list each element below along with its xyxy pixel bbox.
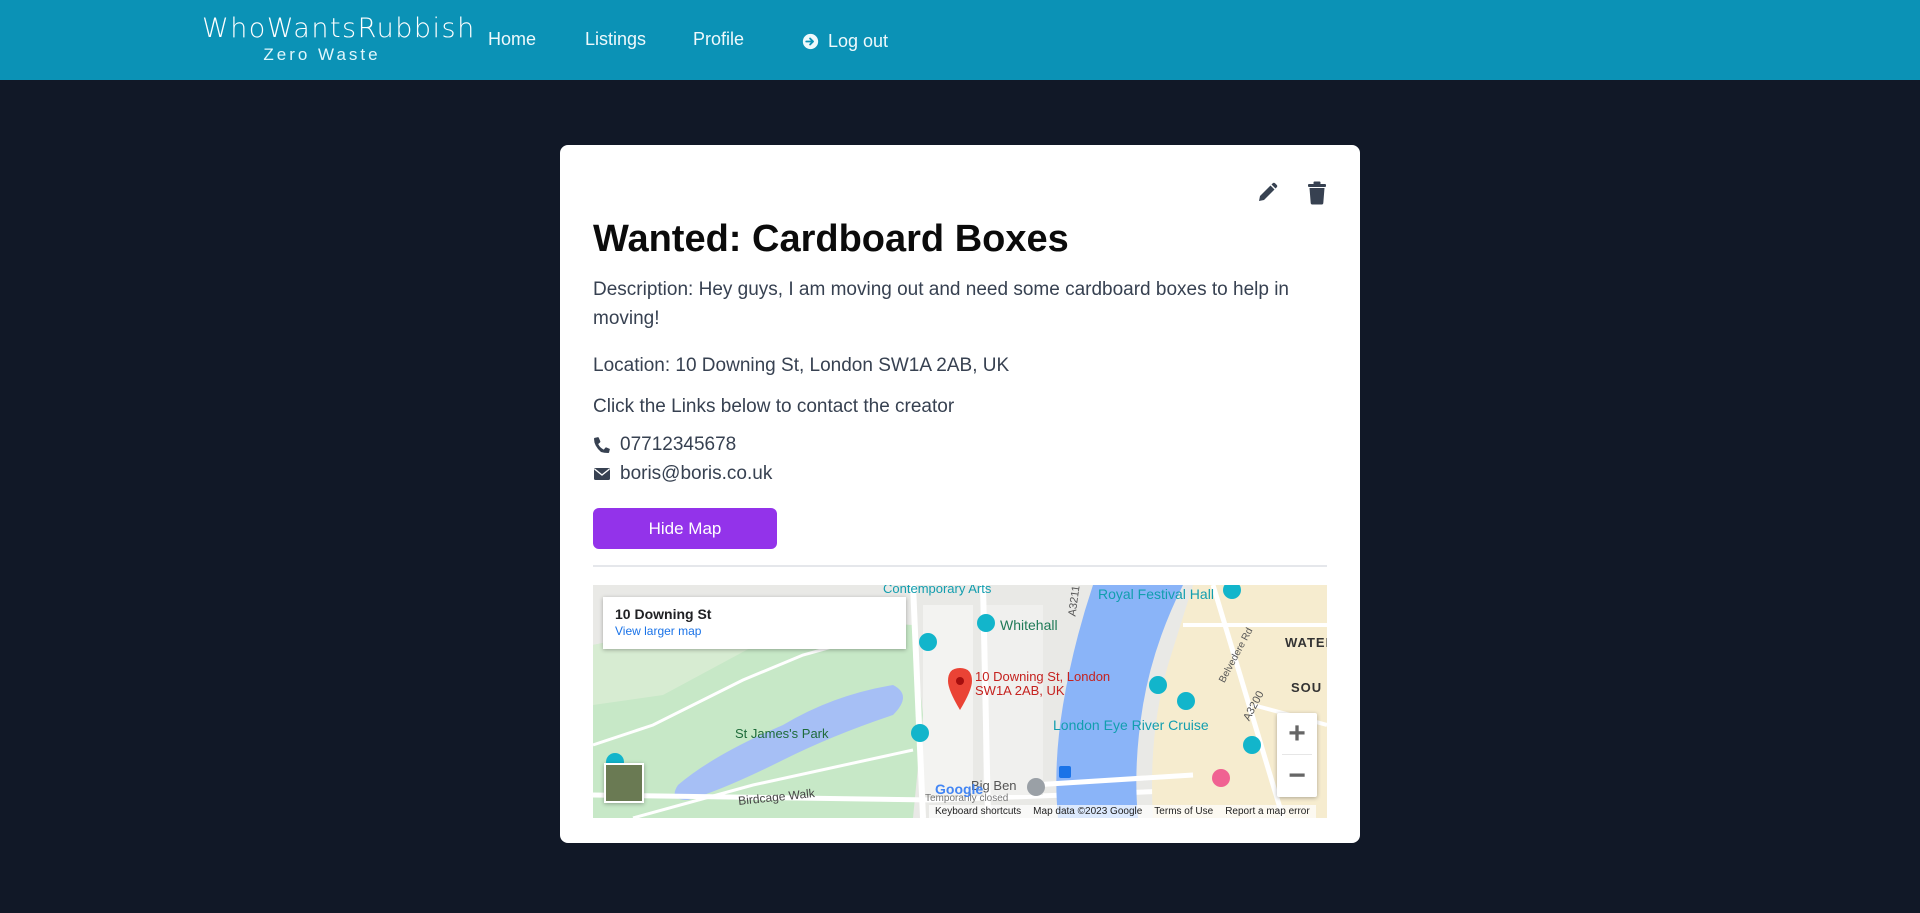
- map-label-whitehall: Whitehall: [1000, 617, 1058, 633]
- phone-icon: [594, 437, 610, 453]
- listing-location: Location: 10 Downing St, London SW1A 2AB…: [593, 355, 1010, 376]
- nav-profile-link[interactable]: Profile: [693, 27, 744, 51]
- marker-label-line1: 10 Downing St, London: [975, 669, 1111, 684]
- map-label-royal-festival-hall: Royal Festival Hall: [1098, 586, 1214, 602]
- email-link[interactable]: boris@boris.co.uk: [593, 461, 772, 487]
- email-address: boris@boris.co.uk: [620, 463, 773, 484]
- trash-icon: [1308, 181, 1326, 205]
- nav-home-link[interactable]: Home: [488, 27, 536, 51]
- google-logo: Google: [935, 781, 984, 797]
- map-zoom-control: + −: [1277, 713, 1317, 797]
- view-larger-map-link[interactable]: View larger map: [615, 623, 894, 639]
- divider: [593, 565, 1327, 567]
- logout-label: Log out: [828, 31, 889, 51]
- map-label-south: SOU: [1291, 680, 1323, 695]
- nav-listings-link[interactable]: Listings: [585, 27, 646, 51]
- marker-label: 10 Downing St, London SW1A 2AB, UK: [975, 670, 1110, 698]
- logout-arrow-icon: [802, 33, 819, 49]
- map-data-attribution: Map data ©2023 Google: [1033, 806, 1143, 817]
- listing-card: Wanted: Cardboard Boxes Description: Hey…: [560, 145, 1360, 843]
- delete-button[interactable]: [1306, 181, 1328, 205]
- map-info-window: 10 Downing St View larger map: [603, 597, 906, 649]
- marker-label-line2: SW1A 2AB, UK: [975, 683, 1065, 698]
- listing-description: Description: Hey guys, I am moving out a…: [593, 279, 1289, 329]
- card-actions: [1256, 181, 1328, 205]
- nav-logout-link[interactable]: Log out: [802, 29, 888, 53]
- edit-button[interactable]: [1256, 181, 1278, 205]
- brand-subtitle: Zero Waste: [263, 45, 381, 64]
- map-label-waterloo: WATERL: [1285, 635, 1327, 650]
- map-footer: Keyboard shortcuts Map data ©2023 Google…: [929, 805, 1316, 818]
- keyboard-shortcuts-link[interactable]: Keyboard shortcuts: [935, 805, 1021, 818]
- map-label-contemporary-arts: Contemporary Arts: [883, 585, 992, 596]
- brand-title: WhoWantsRubbish: [202, 13, 476, 44]
- zoom-in-button[interactable]: +: [1277, 713, 1317, 754]
- navbar: WhoWantsRubbish Zero Waste Home Listings…: [0, 0, 1920, 80]
- embedded-map[interactable]: Contemporary Arts Whitehall Royal Festiv…: [593, 585, 1327, 818]
- map-label-st-james-park: St James's Park: [735, 726, 829, 741]
- listing-title: Wanted: Cardboard Boxes: [593, 218, 1069, 260]
- satellite-toggle[interactable]: [604, 763, 644, 803]
- phone-number: 07712345678: [620, 434, 737, 455]
- terms-of-use-link[interactable]: Terms of Use: [1154, 805, 1213, 818]
- zoom-out-button[interactable]: −: [1277, 755, 1317, 796]
- phone-link[interactable]: 07712345678: [593, 432, 736, 458]
- report-map-error-link[interactable]: Report a map error: [1225, 805, 1309, 818]
- pencil-icon: [1259, 182, 1278, 201]
- brand-logo[interactable]: WhoWantsRubbish Zero Waste: [202, 13, 476, 65]
- map-label-london-eye: London Eye River Cruise: [1053, 717, 1209, 733]
- map-info-title: 10 Downing St: [615, 606, 712, 622]
- hide-map-button[interactable]: Hide Map: [593, 508, 777, 549]
- contact-hint: Click the Links below to contact the cre…: [593, 396, 955, 417]
- envelope-icon: [594, 468, 610, 480]
